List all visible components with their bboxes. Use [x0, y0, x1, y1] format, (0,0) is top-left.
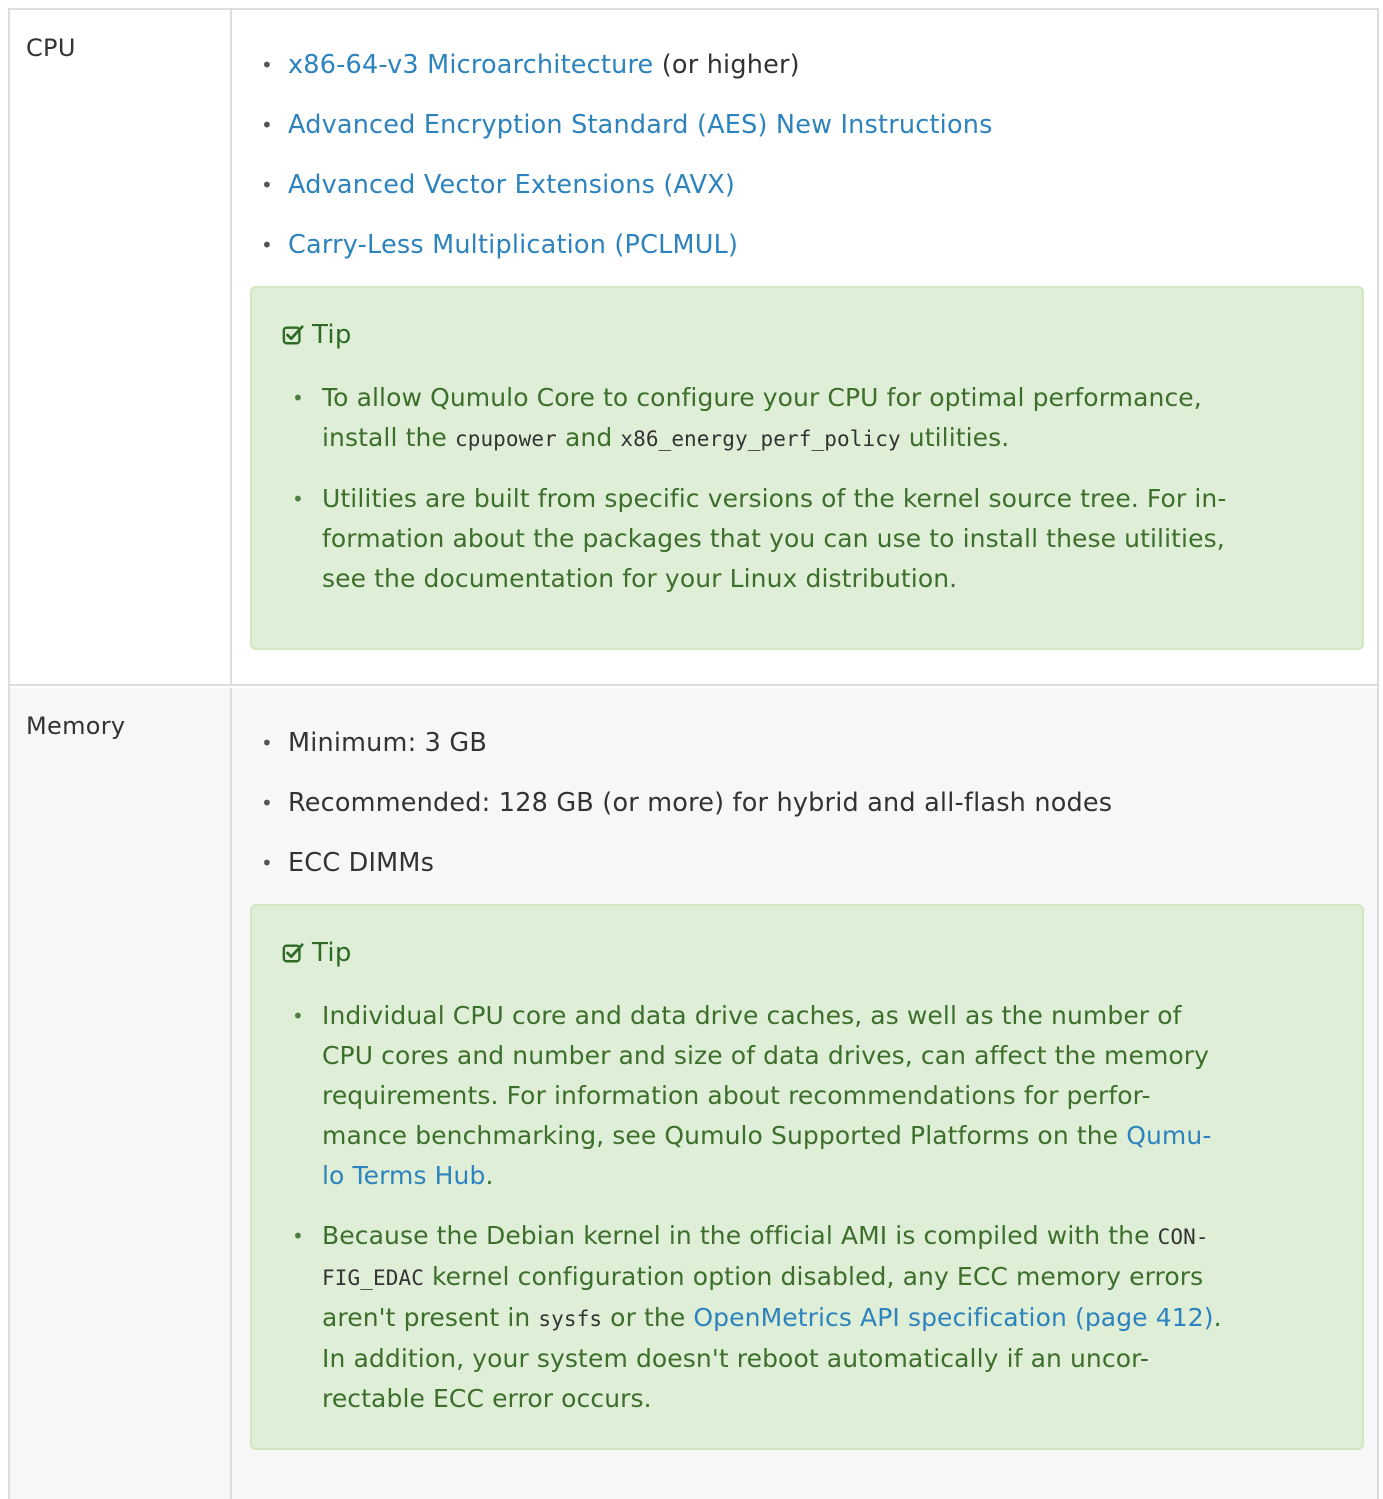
- tip-list: • To allow Qumulo Core to configure your …: [292, 378, 1332, 619]
- inline-code: FIG_EDAC: [322, 1266, 424, 1290]
- tip-text-line: CPU cores and number and size of data dr…: [322, 1036, 1332, 1076]
- inline-link[interactable]: OpenMetrics API specification (page 412): [693, 1303, 1213, 1332]
- inline-text: formation about the packages that you ca…: [322, 524, 1225, 553]
- inline-text: kernel configuration option disabled, an…: [423, 1262, 1204, 1291]
- inline-text: mance benchmarking, see Qumulo Supported…: [322, 1121, 1127, 1150]
- list-item: • Carry-Less Multiplication (PCLMUL): [258, 230, 993, 290]
- tip-text-line: In addition, your system doesn't reboot …: [322, 1339, 1332, 1379]
- list-item: • Recommended: 128 GB (or more) for hybr…: [258, 788, 1112, 848]
- inline-text: Because the Debian kernel in the officia…: [322, 1221, 1158, 1250]
- tip-list-item: • Utilities are built from specific versi…: [292, 479, 1332, 599]
- memory-spec-list: • Minimum: 3 GB • Recommended: 128 GB (o…: [258, 728, 1112, 908]
- bullet-icon: •: [261, 173, 273, 197]
- inline-text: requirements. For information about reco…: [322, 1081, 1151, 1110]
- list-item-text: Minimum: 3 GB: [288, 728, 488, 758]
- list-item-suffix: (or higher): [653, 50, 800, 80]
- bullet-icon: •: [261, 851, 273, 875]
- tip-text-line: rectable ECC error occurs.: [322, 1379, 1332, 1419]
- inline-text: .: [1213, 1303, 1222, 1332]
- inline-text: Utilities are built from specific versio…: [322, 484, 1227, 513]
- inline-text: rectable ECC error occurs.: [322, 1384, 652, 1413]
- inline-text: .: [485, 1161, 494, 1190]
- list-item: • ECC DIMMs: [258, 848, 1112, 908]
- inline-text: and: [556, 423, 621, 452]
- list-item-text: Recommended: 128 GB (or more) for hybrid…: [288, 788, 1113, 818]
- inline-text: Individual CPU core and data drive cache…: [322, 1001, 1182, 1030]
- column-divider: [230, 10, 232, 684]
- link-avx[interactable]: Advanced Vector Extensions (AVX): [288, 170, 735, 200]
- link-aes[interactable]: Advanced Encryption Standard (AES) New I…: [288, 110, 993, 140]
- list-item: • Advanced Vector Extensions (AVX): [258, 170, 993, 230]
- inline-text: or the: [602, 1303, 694, 1332]
- inline-text: aren't present in: [322, 1303, 539, 1332]
- list-item-text: ECC DIMMs: [288, 848, 435, 878]
- link-x86-64-v3[interactable]: x86-64-v3 Microarchitecture: [288, 50, 653, 80]
- tip-text-line: install the cpupower and x86_energy_perf…: [322, 418, 1332, 459]
- tip-box-memory: Tip • Individual CPU core and data drive …: [250, 904, 1364, 1450]
- tip-title-text: Tip: [312, 320, 352, 350]
- tip-title: Tip: [282, 320, 352, 350]
- list-item: • Advanced Encryption Standard (AES) New…: [258, 110, 993, 170]
- list-item: • Minimum: 3 GB: [258, 728, 1112, 788]
- tip-list: • Individual CPU core and data drive cach…: [292, 996, 1332, 1439]
- requirements-table: CPU • x86-64-v3 Microarchitecture (or hi…: [8, 8, 1379, 1499]
- inline-code: CON-: [1157, 1225, 1209, 1249]
- tip-title: Tip: [282, 938, 352, 968]
- bullet-icon: •: [292, 386, 304, 410]
- bullet-icon: •: [261, 233, 273, 257]
- bullet-icon: •: [292, 487, 304, 511]
- tip-list-item: • Individual CPU core and data drive cach…: [292, 996, 1332, 1196]
- tip-list-item: • Because the Debian kernel in the offici…: [292, 1216, 1332, 1419]
- cpu-feature-list: • x86-64-v3 Microarchitecture (or higher…: [258, 50, 993, 290]
- bullet-icon: •: [292, 1224, 304, 1248]
- row-label-cpu: CPU: [26, 34, 76, 62]
- link-pclmul[interactable]: Carry-Less Multiplication (PCLMUL): [288, 230, 738, 260]
- column-divider: [230, 688, 232, 1499]
- tip-text-line: Utilities are built from specific versio…: [322, 479, 1332, 519]
- bullet-icon: •: [292, 1004, 304, 1028]
- tip-text-line: To allow Qumulo Core to configure your C…: [322, 378, 1332, 418]
- bullet-icon: •: [261, 113, 273, 137]
- check-square-icon: [282, 943, 304, 963]
- check-square-icon: [282, 325, 304, 345]
- inline-code: sysfs: [538, 1307, 603, 1331]
- inline-text: In addition, your system doesn't reboot …: [322, 1344, 1150, 1373]
- inline-text: install the: [322, 423, 455, 452]
- inline-text: To allow Qumulo Core to configure your C…: [322, 383, 1202, 412]
- inline-text: CPU cores and number and size of data dr…: [322, 1041, 1210, 1070]
- row-label-memory: Memory: [26, 712, 126, 740]
- tip-text-line: FIG_EDAC kernel configuration option dis…: [322, 1257, 1332, 1298]
- tip-text-line: Individual CPU core and data drive cache…: [322, 996, 1332, 1036]
- inline-text: see the documentation for your Linux dis…: [322, 564, 958, 593]
- inline-link[interactable]: Qumu-: [1126, 1121, 1211, 1150]
- tip-list-item: • To allow Qumulo Core to configure your …: [292, 378, 1332, 459]
- tip-text-line: formation about the packages that you ca…: [322, 519, 1332, 559]
- tip-text-line: Because the Debian kernel in the officia…: [322, 1216, 1332, 1257]
- tip-title-text: Tip: [312, 938, 352, 968]
- tip-text-line: mance benchmarking, see Qumulo Supported…: [322, 1116, 1332, 1156]
- tip-text-line: requirements. For information about reco…: [322, 1076, 1332, 1116]
- bullet-icon: •: [261, 791, 273, 815]
- tip-box-cpu: Tip • To allow Qumulo Core to configure y…: [250, 286, 1364, 650]
- list-item: • x86-64-v3 Microarchitecture (or higher…: [258, 50, 993, 110]
- bullet-icon: •: [261, 731, 273, 755]
- bullet-icon: •: [261, 53, 273, 77]
- table-row-cpu: CPU • x86-64-v3 Microarchitecture (or hi…: [10, 10, 1377, 686]
- tip-text-line: lo Terms Hub.: [322, 1156, 1332, 1196]
- inline-code: cpupower: [454, 427, 557, 451]
- tip-text-line: see the documentation for your Linux dis…: [322, 559, 1332, 599]
- inline-link[interactable]: lo Terms Hub: [322, 1161, 485, 1190]
- table-row-memory: Memory • Minimum: 3 GB • Recommended: 12…: [10, 688, 1377, 1499]
- inline-code: x86_energy_perf_policy: [620, 427, 901, 451]
- inline-text: utilities.: [900, 423, 1010, 452]
- tip-text-line: aren't present in sysfs or the OpenMetri…: [322, 1298, 1332, 1339]
